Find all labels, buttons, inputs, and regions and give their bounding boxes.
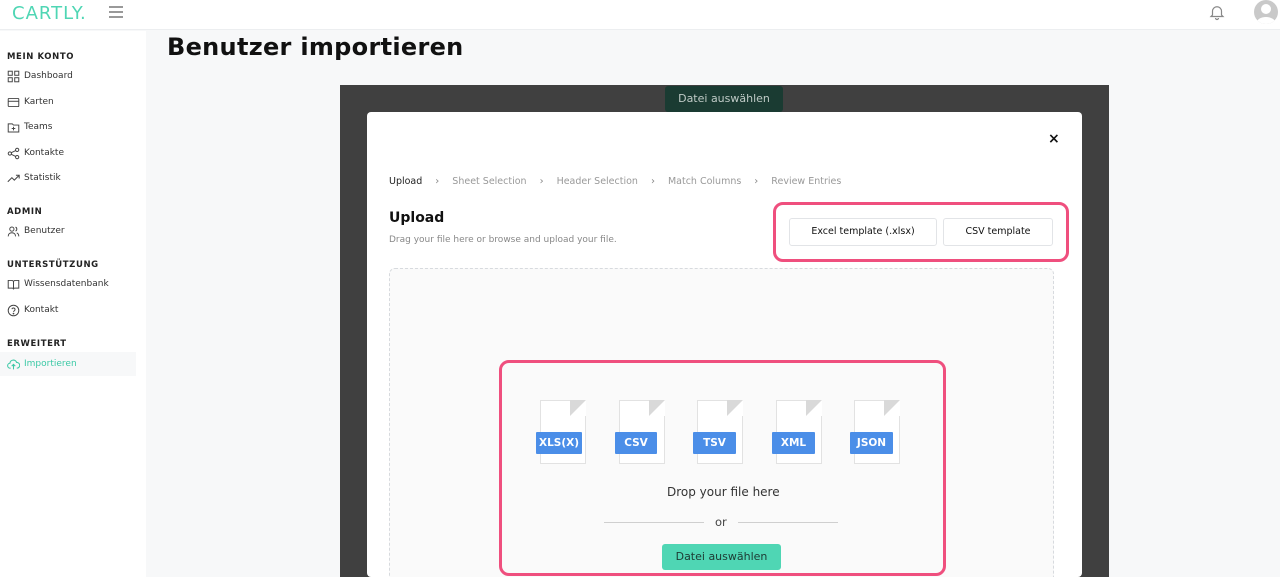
section-mein-konto: MEIN KONTO <box>7 52 75 62</box>
chevron-right-icon: › <box>435 176 440 187</box>
top-bar: CARTLY. <box>0 0 1280 30</box>
folder-plus-icon <box>7 122 20 132</box>
users-icon <box>7 225 20 236</box>
stepper: Upload › Sheet Selection › Header Select… <box>389 176 841 187</box>
close-icon[interactable]: × <box>1048 131 1060 147</box>
help-circle-icon <box>7 304 20 316</box>
section-erweitert: ERWEITERT <box>7 339 67 349</box>
sidebar-item-wissensdatenbank[interactable]: Wissensdatenbank <box>7 276 109 292</box>
chevron-right-icon: › <box>539 176 544 187</box>
sidebar-item-label: Dashboard <box>24 71 73 81</box>
cloud-upload-icon <box>7 359 20 369</box>
sidebar-item-kontakt[interactable]: Kontakt <box>7 302 58 318</box>
card-icon <box>7 97 20 107</box>
sidebar-item-label: Teams <box>24 122 53 132</box>
step-review-entries: Review Entries <box>771 176 842 187</box>
chevron-right-icon: › <box>754 176 759 187</box>
sidebar-item-label: Importieren <box>24 359 77 369</box>
step-match-columns: Match Columns <box>667 176 742 187</box>
sidebar-item-label: Statistik <box>24 173 61 183</box>
hamburger-icon[interactable] <box>109 6 123 20</box>
step-upload: Upload <box>389 176 423 187</box>
bell-icon[interactable] <box>1208 3 1226 21</box>
grid-icon <box>7 70 20 82</box>
highlight-box-dropzone <box>499 360 946 576</box>
sidebar-item-teams[interactable]: Teams <box>7 119 52 135</box>
section-unterstuetzung: UNTERSTÜTZUNG <box>7 260 99 270</box>
sidebar-item-label: Benutzer <box>24 226 65 236</box>
page-title: Benutzer importieren <box>167 33 464 61</box>
upload-heading: Upload <box>389 210 445 226</box>
book-icon <box>7 279 20 289</box>
sidebar-item-dashboard[interactable]: Dashboard <box>7 68 73 84</box>
user-avatar[interactable] <box>1254 0 1278 24</box>
sidebar-item-benutzer[interactable]: Benutzer <box>7 223 65 239</box>
share-icon <box>7 147 20 159</box>
cartly-logo[interactable]: CARTLY. <box>12 3 87 24</box>
sidebar-item-label: Kontakte <box>24 148 64 158</box>
sidebar-item-label: Kontakt <box>24 305 59 315</box>
sidebar-item-statistik[interactable]: Statistik <box>7 170 61 186</box>
trend-icon <box>7 174 20 182</box>
section-admin: ADMIN <box>7 207 43 217</box>
step-header-selection: Header Selection <box>556 176 638 187</box>
step-sheet-selection: Sheet Selection <box>452 176 527 187</box>
highlight-box-templates <box>773 202 1069 262</box>
chevron-right-icon: › <box>650 176 655 187</box>
sidebar-item-importieren[interactable]: Importieren <box>0 352 136 376</box>
sidebar-item-label: Karten <box>24 97 54 107</box>
upload-subtitle: Drag your file here or browse and upload… <box>389 235 617 245</box>
background-choose-file-button: Datei auswählen <box>665 86 783 112</box>
sidebar-item-kontakte[interactable]: Kontakte <box>7 145 64 161</box>
sidebar-item-label: Wissensdatenbank <box>24 279 109 289</box>
sidebar-item-karten[interactable]: Karten <box>7 94 54 110</box>
